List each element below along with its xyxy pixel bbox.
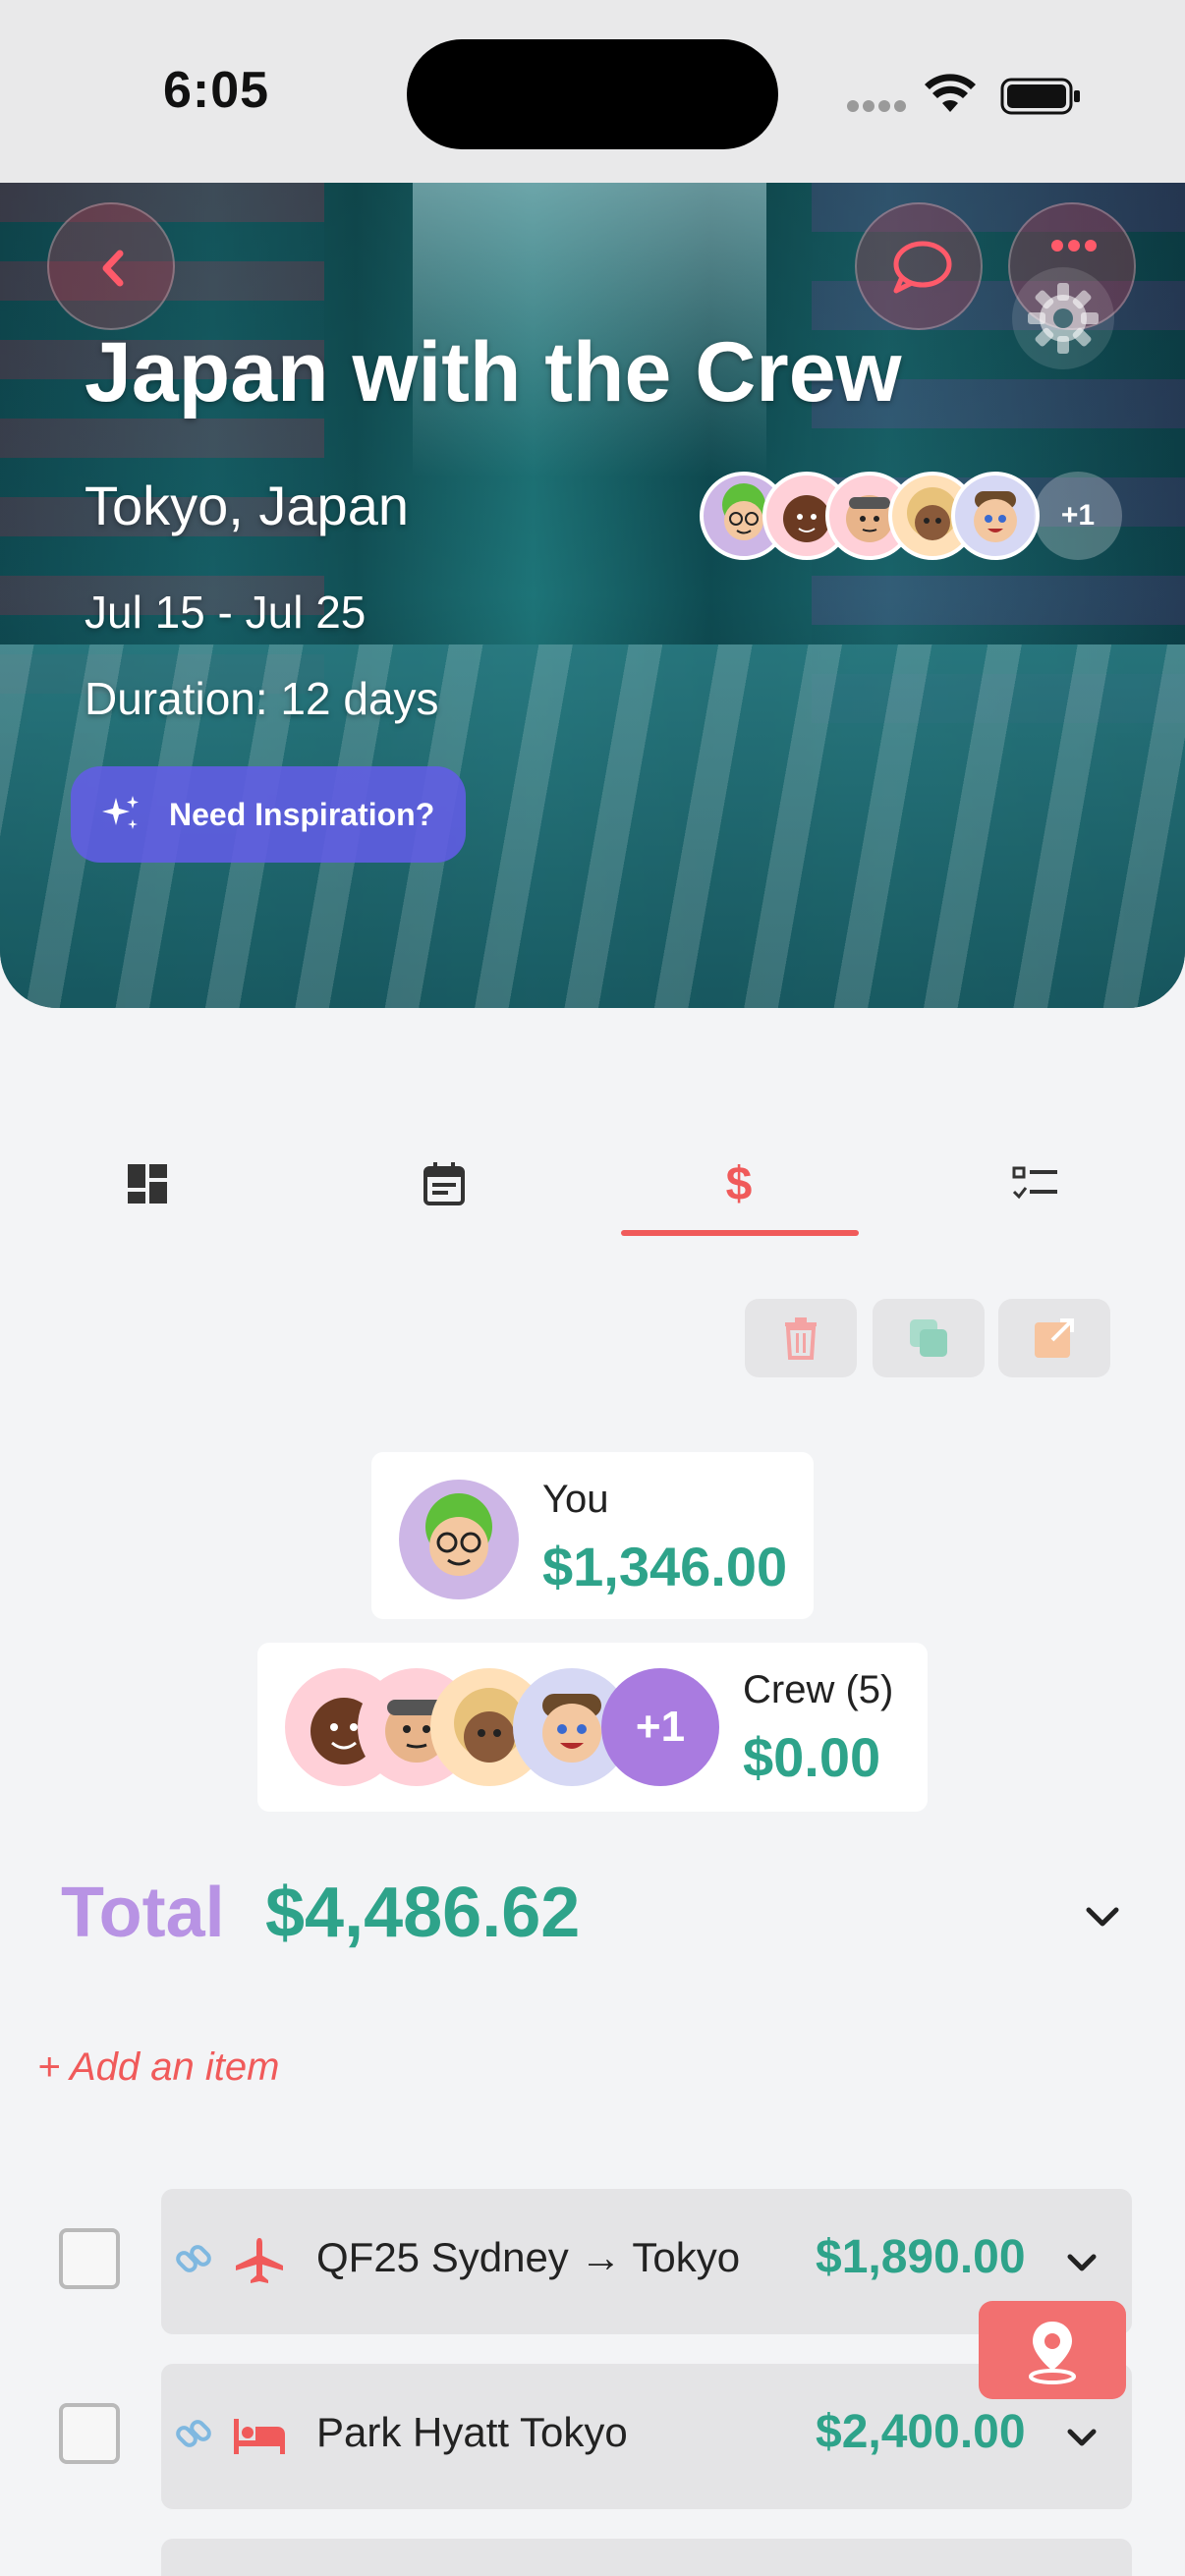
add-item-button[interactable]: + Add an item	[37, 2045, 279, 2090]
trip-dates: Jul 15 - Jul 25	[85, 587, 367, 638]
chevron-down-icon[interactable]	[1077, 1890, 1128, 1941]
crew-more-count: +1	[601, 1668, 719, 1786]
copy-button[interactable]	[873, 1299, 985, 1377]
status-time: 6:05	[163, 62, 270, 119]
delete-button[interactable]	[745, 1299, 857, 1377]
wifi-icon	[925, 74, 976, 112]
chat-button[interactable]	[855, 202, 983, 330]
battery-icon	[1000, 78, 1080, 115]
item-label: QF25 Sydney → Tokyo	[316, 2234, 741, 2280]
dollar-icon: $	[725, 1157, 753, 1210]
trip-duration: Duration: 12 days	[85, 673, 439, 724]
sparkles-icon	[102, 796, 139, 829]
need-inspiration-button[interactable]: Need Inspiration?	[71, 766, 466, 863]
checklist-icon	[1012, 1166, 1057, 1200]
airplane-icon	[236, 2238, 283, 2283]
item-checkbox[interactable]	[59, 2403, 120, 2464]
trip-tabs: $	[0, 1130, 1185, 1238]
item-label: Park Hyatt Tokyo	[316, 2409, 628, 2455]
back-button[interactable]	[47, 202, 175, 330]
total-label: Total	[61, 1874, 225, 1952]
cellular-signal-icon	[847, 100, 908, 114]
you-budget-card[interactable]: You $1,346.00	[371, 1452, 814, 1619]
tab-overview[interactable]	[29, 1130, 265, 1238]
settings-button[interactable]	[1012, 267, 1114, 369]
tab-calendar[interactable]	[326, 1130, 562, 1238]
you-amount: $1,346.00	[542, 1536, 788, 1597]
trip-title: Japan with the Crew	[85, 325, 902, 420]
crew-label: Crew (5)	[743, 1668, 894, 1711]
chat-bubble-icon	[893, 241, 952, 294]
trip-location: Tokyo, Japan	[85, 475, 409, 536]
gear-icon	[1028, 283, 1099, 354]
chevron-left-icon	[102, 250, 124, 287]
item-checkbox[interactable]	[59, 2228, 120, 2289]
tab-budget[interactable]: $	[621, 1130, 857, 1238]
map-button[interactable]	[979, 2301, 1126, 2399]
chevron-down-icon[interactable]	[1059, 2240, 1104, 2285]
status-bar: 6:05	[0, 0, 1185, 183]
trash-icon	[785, 1317, 817, 1360]
calendar-icon	[423, 1162, 465, 1205]
crew-budget-card[interactable]: +1 Crew (5) $0.00	[257, 1643, 928, 1812]
total-value: $4,486.62	[265, 1874, 581, 1952]
crew-amount: $0.00	[743, 1726, 881, 1788]
you-label: You	[542, 1478, 609, 1521]
link-icon[interactable]	[171, 2238, 216, 2283]
export-button[interactable]	[998, 1299, 1110, 1377]
bed-icon	[234, 2419, 285, 2454]
share-icon	[1035, 1318, 1074, 1358]
item-price: $1,890.00	[816, 2231, 1026, 2283]
tab-checklist[interactable]	[918, 1130, 1154, 1238]
avatar	[951, 472, 1040, 560]
avatar	[399, 1480, 519, 1599]
item-card[interactable]	[161, 2539, 1132, 2576]
dynamic-island	[407, 39, 778, 149]
active-tab-indicator	[621, 1230, 859, 1236]
map-pin-icon	[1029, 2322, 1076, 2384]
need-inspiration-label: Need Inspiration?	[169, 796, 435, 832]
link-icon[interactable]	[171, 2413, 216, 2458]
crew-more-count: +1	[1034, 472, 1122, 560]
item-price: $2,400.00	[816, 2406, 1026, 2458]
dashboard-icon	[128, 1164, 167, 1204]
copy-icon	[910, 1319, 947, 1357]
chevron-down-icon[interactable]	[1059, 2415, 1104, 2460]
